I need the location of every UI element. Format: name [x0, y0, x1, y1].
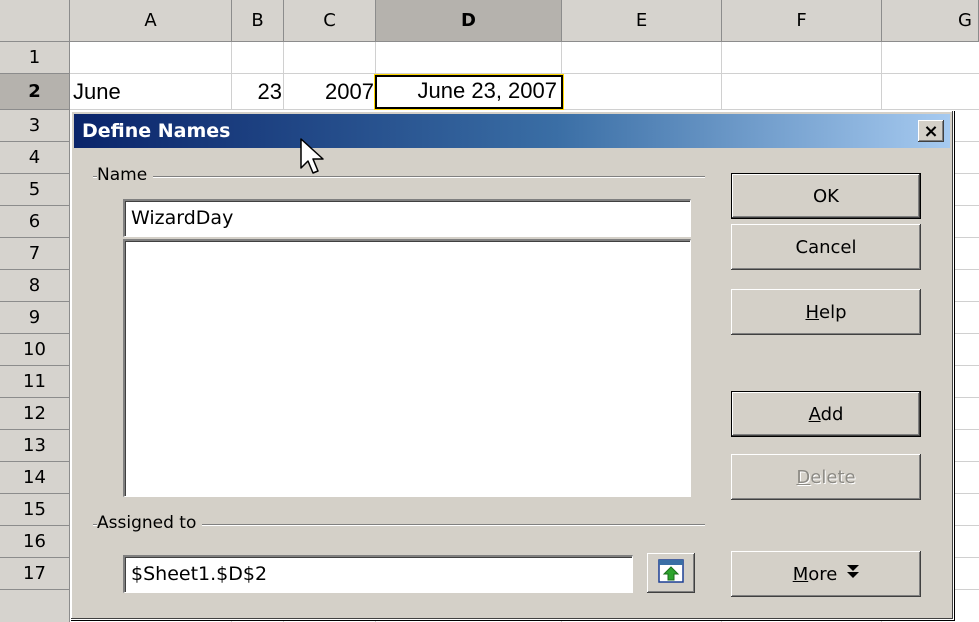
name-input[interactable]: WizardDay: [123, 199, 691, 237]
row-header-12[interactable]: 12: [0, 398, 70, 430]
assigned-to-input[interactable]: $Sheet1.$D$2: [123, 555, 633, 593]
row-header-6[interactable]: 6: [0, 206, 70, 238]
dialog-title: Define Names: [82, 120, 231, 142]
add-button-label: Add: [809, 404, 844, 425]
dialog-titlebar[interactable]: Define Names ×: [74, 114, 950, 148]
close-icon: ×: [923, 120, 939, 142]
delete-mnemonic: D: [796, 466, 811, 488]
shrink-button[interactable]: [647, 553, 695, 593]
row-header-4[interactable]: 4: [0, 142, 70, 174]
cancel-button-label: Cancel: [795, 236, 857, 258]
help-mnemonic: H: [805, 301, 820, 323]
column-header-b[interactable]: B: [232, 0, 284, 42]
ok-button-label: OK: [813, 185, 839, 207]
select-all-corner[interactable]: [0, 0, 70, 42]
close-button[interactable]: ×: [918, 120, 944, 142]
cell-d2-active[interactable]: June 23, 2007: [374, 74, 564, 110]
row-header-2[interactable]: 2: [0, 74, 70, 110]
row-header-3[interactable]: 3: [0, 110, 70, 142]
shrink-dialog-icon: [658, 559, 684, 587]
grid-line: [70, 73, 979, 74]
row-header-8[interactable]: 8: [0, 270, 70, 302]
row-header-18[interactable]: [0, 590, 70, 622]
mouse-pointer-icon: [300, 138, 326, 180]
delete-label-rest: elete: [810, 466, 856, 488]
row-header-16[interactable]: 16: [0, 526, 70, 558]
more-mnemonic: M: [792, 563, 809, 585]
column-header-a[interactable]: A: [70, 0, 232, 42]
column-header-f[interactable]: F: [722, 0, 882, 42]
row-header-13[interactable]: 13: [0, 430, 70, 462]
delete-button-label: Delete: [796, 467, 855, 488]
delete-button[interactable]: Delete: [731, 454, 921, 500]
cell-a2[interactable]: June: [73, 76, 229, 108]
help-button-label: Help: [805, 302, 846, 323]
column-header-d[interactable]: D: [376, 0, 562, 42]
row-header-17[interactable]: 17: [0, 558, 70, 590]
add-label-rest: dd: [820, 403, 844, 425]
more-label-rest: ore: [808, 563, 838, 585]
ok-button[interactable]: OK: [731, 173, 921, 219]
add-mnemonic: A: [808, 403, 821, 425]
column-header-c[interactable]: C: [284, 0, 376, 42]
row-header-9[interactable]: 9: [0, 302, 70, 334]
more-button-label: More: [793, 564, 838, 585]
define-names-dialog: Define Names × Name WizardDay Assigned t…: [70, 110, 954, 620]
double-chevron-down-icon: [847, 565, 860, 583]
cell-c2[interactable]: 2007: [284, 76, 376, 108]
name-group-label: Name: [97, 165, 154, 185]
help-button[interactable]: Help: [731, 289, 921, 335]
row-header-15[interactable]: 15: [0, 494, 70, 526]
more-button[interactable]: More: [731, 551, 921, 597]
row-header-7[interactable]: 7: [0, 238, 70, 270]
row-header-10[interactable]: 10: [0, 334, 70, 366]
cell-b2[interactable]: 23: [232, 76, 284, 108]
row-header-14[interactable]: 14: [0, 462, 70, 494]
column-header-e[interactable]: E: [562, 0, 722, 42]
column-header-g[interactable]: G: [882, 0, 979, 42]
add-button[interactable]: Add: [731, 391, 921, 437]
assigned-group-label: Assigned to: [97, 513, 203, 533]
row-header-5[interactable]: 5: [0, 174, 70, 206]
name-group-divider: [93, 176, 705, 178]
names-list[interactable]: [123, 239, 691, 497]
row-header-1[interactable]: 1: [0, 42, 70, 74]
help-label-rest: elp: [819, 301, 847, 323]
cancel-button[interactable]: Cancel: [731, 224, 921, 270]
row-header-11[interactable]: 11: [0, 366, 70, 398]
